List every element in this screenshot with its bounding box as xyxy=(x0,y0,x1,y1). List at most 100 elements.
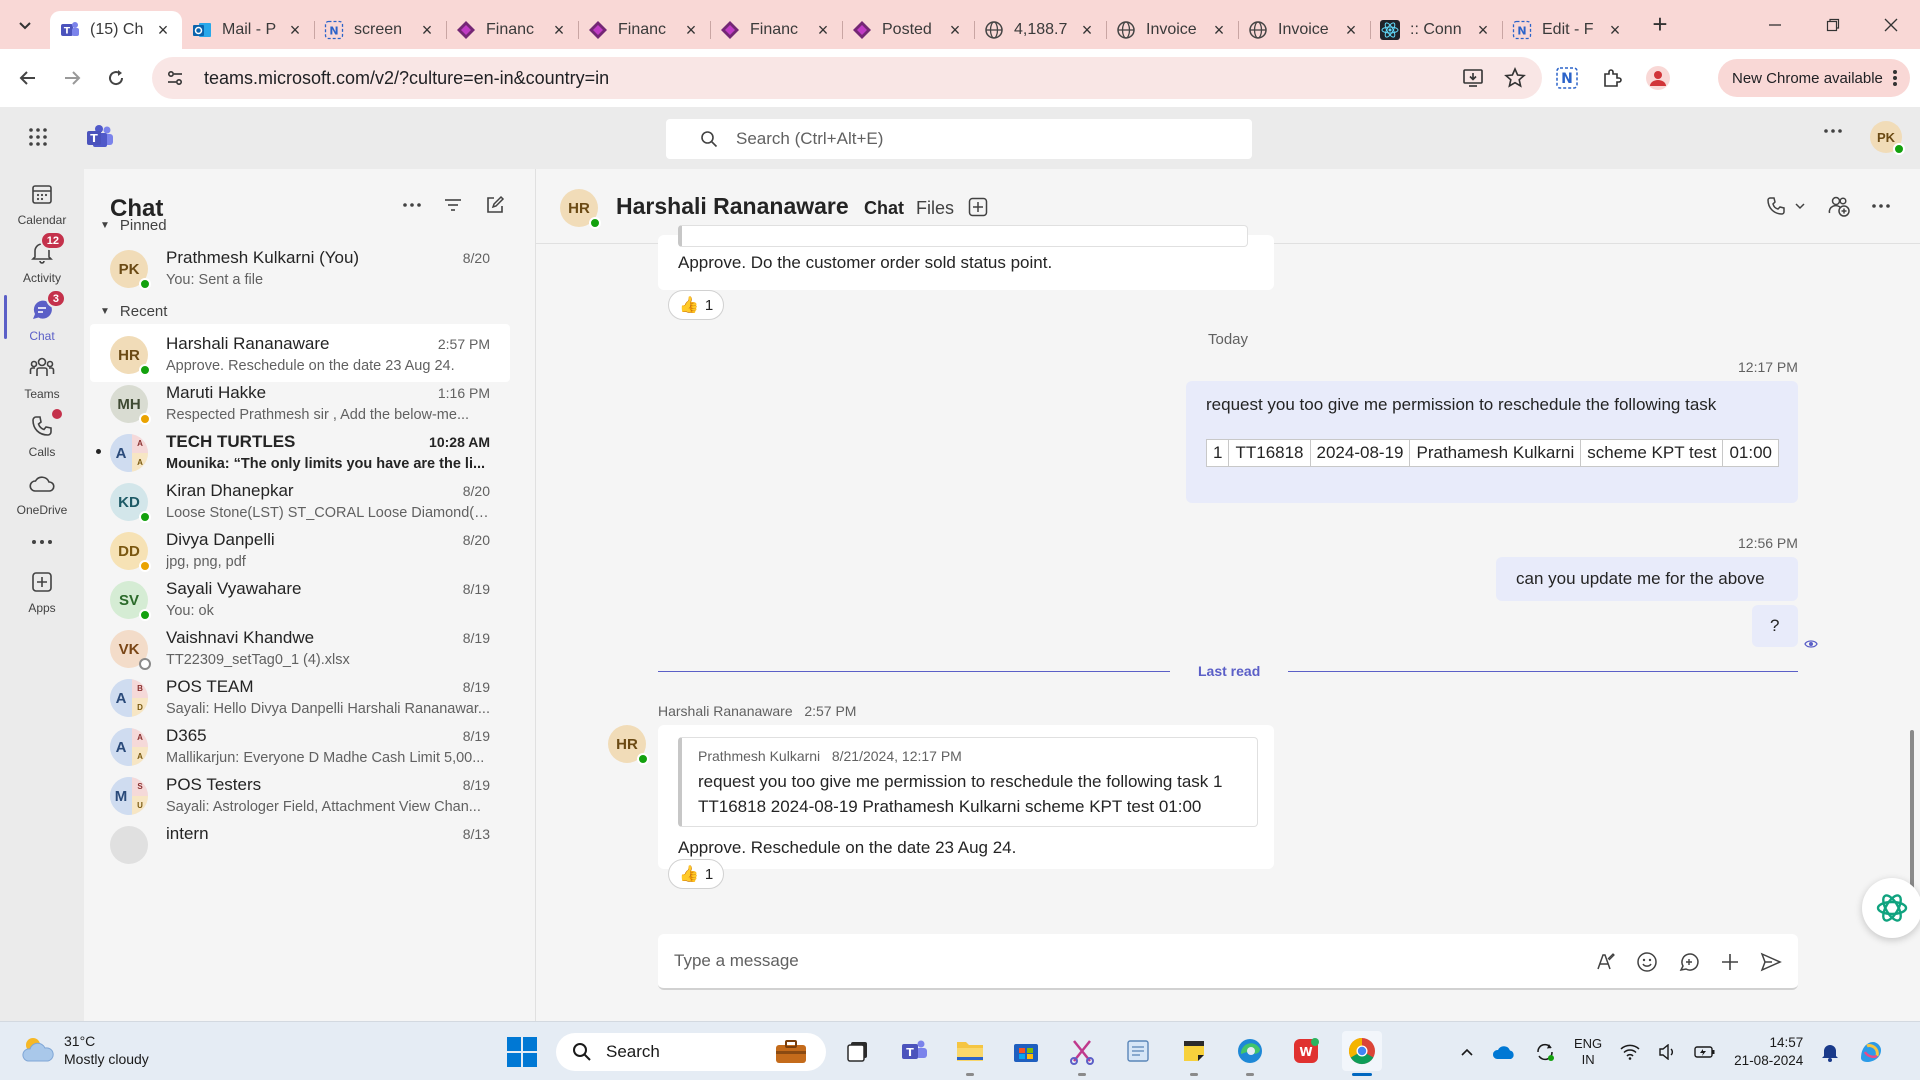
wifi-icon[interactable] xyxy=(1620,1044,1640,1060)
browser-tab[interactable]: 4,188.7 × xyxy=(974,11,1106,49)
restore-button[interactable] xyxy=(1804,0,1862,49)
browser-tab[interactable]: N Edit - F × xyxy=(1502,11,1634,49)
taskbar-app-edge[interactable] xyxy=(1230,1031,1270,1076)
onedrive-cloud-icon[interactable] xyxy=(1492,1044,1516,1060)
message-bubble-incoming[interactable]: Approve. Do the customer order sold stat… xyxy=(658,225,1274,290)
more-options-icon[interactable] xyxy=(403,195,421,215)
app-launcher-icon[interactable] xyxy=(28,127,48,147)
teams-search-input[interactable]: Search (Ctrl+Alt+E) xyxy=(666,119,1252,159)
rail-item-teams[interactable]: Teams xyxy=(0,343,84,405)
browser-tab[interactable]: Financ × xyxy=(446,11,578,49)
add-tab-icon[interactable] xyxy=(968,197,988,217)
compose-box[interactable]: Type a message xyxy=(658,934,1798,990)
chat-list-item[interactable]: PK Prathmesh Kulkarni (You) 8/20 You: Sent … xyxy=(90,238,510,296)
contact-name[interactable]: Harshali Rananaware xyxy=(616,193,849,220)
taskbar-app-sticky-notes[interactable] xyxy=(1174,1031,1214,1076)
chevron-up-icon[interactable] xyxy=(1460,1045,1474,1059)
loop-component-icon[interactable] xyxy=(1678,951,1700,973)
reaction-pill[interactable]: 👍 1 xyxy=(668,290,725,320)
close-tab-icon[interactable]: × xyxy=(418,20,436,41)
system-clock[interactable]: 14:57 21-08-2024 xyxy=(1734,1034,1803,1070)
settings-more-icon[interactable] xyxy=(1824,129,1842,133)
message-bubble-outgoing[interactable]: ? xyxy=(1752,605,1798,647)
quoted-message[interactable]: Prathmesh Kulkarni 8/21/2024, 12:17 PM r… xyxy=(678,737,1258,827)
user-avatar[interactable]: PK xyxy=(1870,121,1905,155)
url-text[interactable]: teams.microsoft.com/v2/?culture=en-in&co… xyxy=(204,68,609,89)
new-chat-icon[interactable] xyxy=(485,195,505,215)
filter-icon[interactable] xyxy=(443,195,463,215)
quoted-message[interactable] xyxy=(678,225,1248,247)
rail-item-calls[interactable]: Calls xyxy=(0,401,84,463)
forward-button[interactable] xyxy=(50,56,94,100)
browser-tab[interactable]: Financ × xyxy=(710,11,842,49)
chrome-update-button[interactable]: New Chrome available xyxy=(1718,59,1910,97)
sync-icon[interactable] xyxy=(1534,1041,1556,1063)
reaction-pill[interactable]: 👍 1 xyxy=(668,859,725,889)
browser-tab[interactable]: T (15) Ch × xyxy=(50,11,182,49)
sender-avatar[interactable]: HR xyxy=(608,725,649,765)
taskbar-app-taskview[interactable] xyxy=(838,1031,878,1071)
emoji-icon[interactable] xyxy=(1636,951,1658,973)
close-tab-icon[interactable]: × xyxy=(286,20,304,41)
site-info-icon[interactable] xyxy=(166,69,184,87)
taskbar-app-notepad[interactable] xyxy=(1118,1031,1158,1071)
recent-section-toggle[interactable]: ▼ Recent xyxy=(100,303,167,320)
browser-tab[interactable]: Financ × xyxy=(578,11,710,49)
minimize-button[interactable] xyxy=(1746,0,1804,49)
message-bubble-outgoing[interactable]: can you update me for the above xyxy=(1496,557,1798,601)
add-attachment-icon[interactable] xyxy=(1720,952,1740,972)
taskbar-app-snipping[interactable] xyxy=(1062,1031,1102,1076)
taskbar-app-store[interactable] xyxy=(1006,1031,1046,1071)
tab-files[interactable]: Files xyxy=(916,198,954,219)
rail-item-calendar[interactable]: Calendar xyxy=(0,169,84,231)
close-tab-icon[interactable]: × xyxy=(1474,20,1492,41)
browser-tab[interactable]: Invoice × xyxy=(1106,11,1238,49)
extension-n-icon[interactable]: N xyxy=(1555,66,1579,90)
pinned-section-toggle[interactable]: ▼ Pinned xyxy=(100,217,167,234)
rail-item-apps[interactable]: Apps xyxy=(0,557,84,619)
tab-chat[interactable]: Chat xyxy=(864,198,904,235)
browser-tab[interactable]: Invoice × xyxy=(1238,11,1370,49)
extensions-puzzle-icon[interactable] xyxy=(1601,67,1623,89)
windows-start-icon[interactable] xyxy=(506,1036,538,1068)
notification-bell-icon[interactable] xyxy=(1821,1042,1839,1062)
taskbar-app-chrome[interactable] xyxy=(1342,1031,1382,1076)
taskbar-search[interactable]: Search xyxy=(556,1033,826,1071)
taskbar-app-file-explorer[interactable] xyxy=(950,1031,990,1076)
message-bubble-incoming[interactable]: Prathmesh Kulkarni 8/21/2024, 12:17 PM r… xyxy=(658,725,1274,869)
message-bubble-outgoing[interactable]: request you too give me permission to re… xyxy=(1186,381,1798,503)
reload-button[interactable] xyxy=(94,56,138,100)
close-tab-icon[interactable]: × xyxy=(946,20,964,41)
profile-avatar-icon[interactable] xyxy=(1645,65,1671,91)
chat-list-item[interactable]: intern 8/13 xyxy=(90,814,510,872)
conversation-scrollbar[interactable] xyxy=(1910,730,1914,900)
browser-tab[interactable]: Nscreen × xyxy=(314,11,446,49)
battery-icon[interactable] xyxy=(1694,1045,1716,1059)
rail-item-activity[interactable]: 12 Activity xyxy=(0,227,84,289)
send-icon[interactable] xyxy=(1760,951,1782,973)
volume-icon[interactable] xyxy=(1658,1044,1676,1060)
install-app-icon[interactable] xyxy=(1462,67,1484,89)
close-tab-icon[interactable]: × xyxy=(1606,20,1624,41)
rail-item-chat[interactable]: 3 Chat xyxy=(0,285,84,347)
close-tab-icon[interactable]: × xyxy=(682,20,700,41)
add-people-icon[interactable] xyxy=(1828,195,1850,217)
browser-tab[interactable]: Posted × xyxy=(842,11,974,49)
close-tab-icon[interactable]: × xyxy=(1342,20,1360,41)
back-button[interactable] xyxy=(6,56,50,100)
close-window-button[interactable] xyxy=(1862,0,1920,49)
language-indicator[interactable]: ENG IN xyxy=(1574,1036,1602,1068)
taskbar-app-teams[interactable]: T xyxy=(894,1031,934,1071)
tab-search-button[interactable] xyxy=(0,0,50,49)
close-tab-icon[interactable]: × xyxy=(550,20,568,41)
close-tab-icon[interactable]: × xyxy=(154,20,172,41)
weather-widget[interactable]: 31°C Mostly cloudy xyxy=(20,1032,149,1068)
close-tab-icon[interactable]: × xyxy=(1078,20,1096,41)
address-bar[interactable]: teams.microsoft.com/v2/?culture=en-in&co… xyxy=(152,57,1542,99)
more-options-icon[interactable] xyxy=(1872,204,1890,208)
browser-tab[interactable]: :: Conn × xyxy=(1370,11,1502,49)
copilot-taskbar-icon[interactable] xyxy=(1857,1038,1885,1066)
new-tab-button[interactable]: + xyxy=(1642,7,1678,43)
close-tab-icon[interactable]: × xyxy=(1210,20,1228,41)
call-button[interactable] xyxy=(1766,196,1806,216)
